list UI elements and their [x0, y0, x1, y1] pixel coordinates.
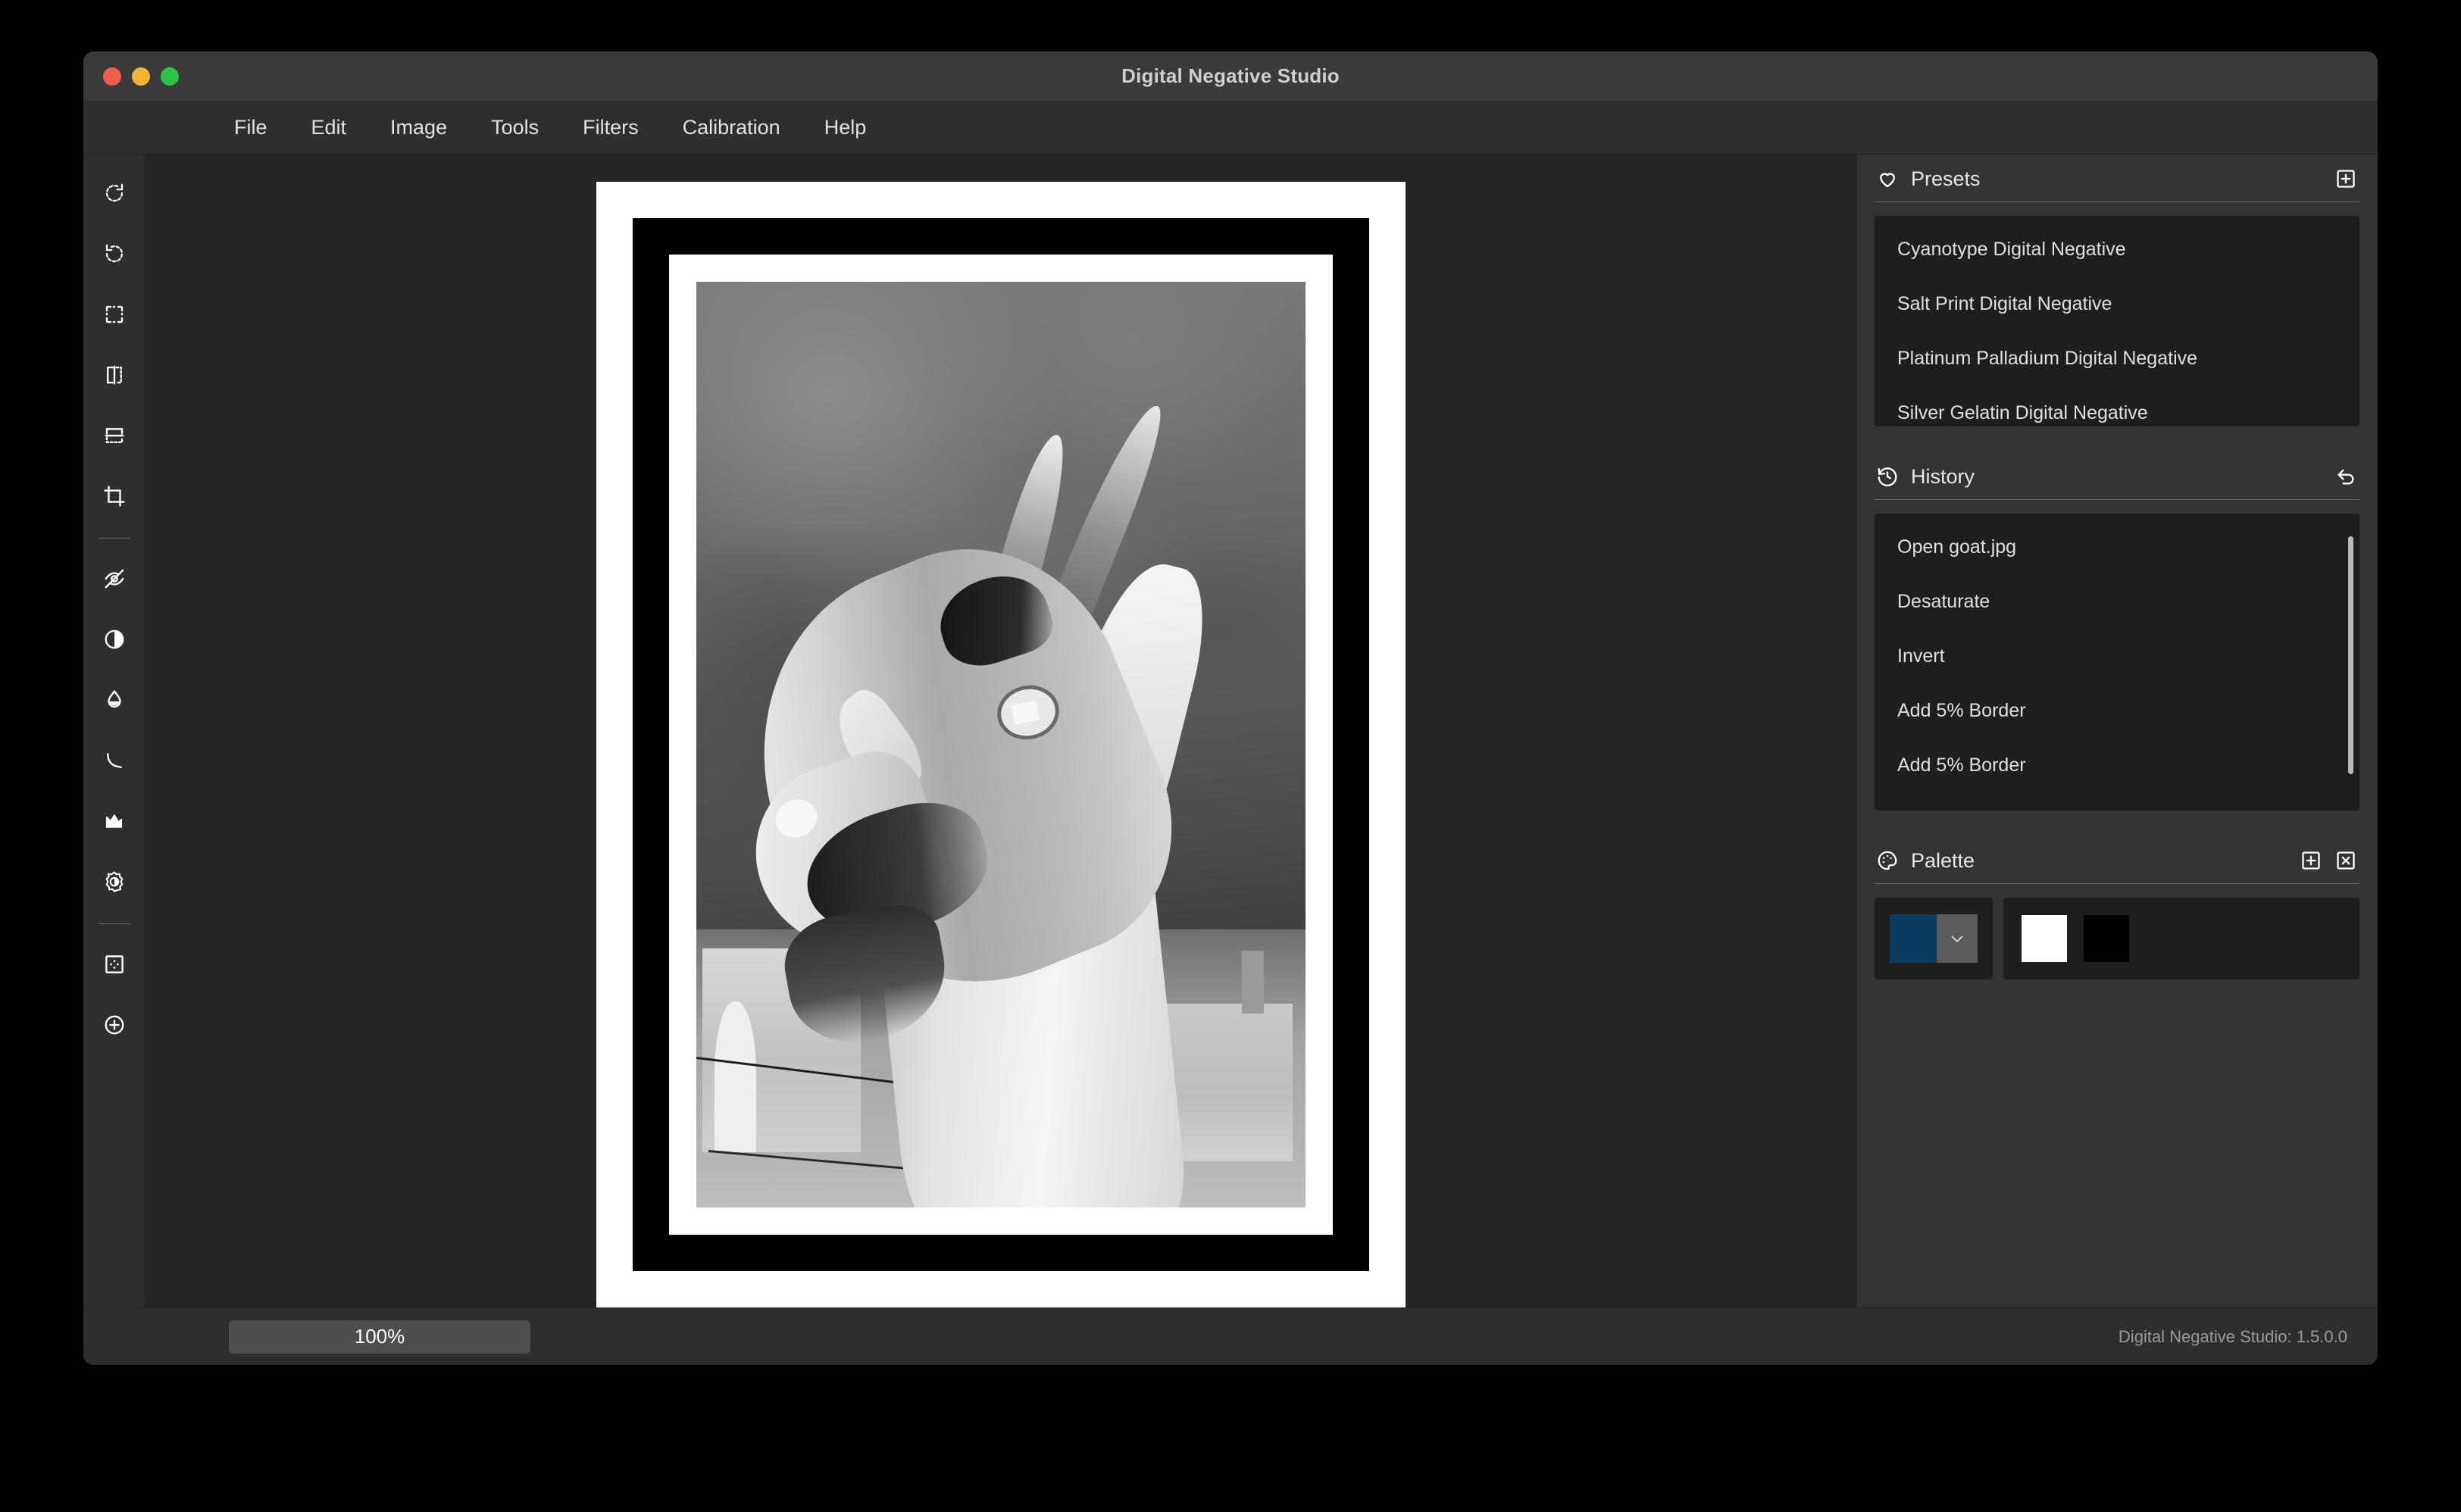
remove-color-button[interactable] [2334, 848, 2358, 873]
brightness-icon[interactable] [92, 860, 136, 904]
curves-icon[interactable] [92, 739, 136, 783]
palette-body [1875, 898, 2359, 979]
history-item-invert[interactable]: Invert [1875, 629, 2359, 683]
color-swatch-white[interactable] [2022, 915, 2067, 962]
history-item-border-3[interactable]: Add 5% Border [1875, 792, 2359, 811]
border-layer-black [633, 218, 1369, 1271]
invert-icon[interactable] [92, 617, 136, 661]
application-window: Digital Negative Studio File Edit Image … [83, 52, 2378, 1365]
desaturate-icon[interactable] [92, 557, 136, 601]
toolbar-divider-1 [99, 538, 130, 539]
toolbar-divider-2 [99, 923, 130, 924]
preset-label: Platinum Palladium Digital Negative [1897, 348, 2197, 370]
history-list[interactable]: Open goat.jpg Desaturate Invert Add 5% B… [1875, 514, 2359, 811]
levels-icon[interactable] [92, 799, 136, 843]
preset-item-cyanotype[interactable]: Cyanotype Digital Negative [1875, 222, 2359, 276]
flip-vertical-icon[interactable] [92, 414, 136, 458]
preset-item-platinum-palladium[interactable]: Platinum Palladium Digital Negative [1875, 331, 2359, 386]
rotate-clockwise-icon[interactable] [92, 171, 136, 215]
history-panel-title: History [1911, 465, 2323, 489]
preset-label: Cyanotype Digital Negative [1897, 239, 2126, 261]
menu-tools[interactable]: Tools [473, 110, 557, 145]
menu-calibration[interactable]: Calibration [665, 110, 799, 145]
version-label: Digital Negative Studio: 1.5.0.0 [2119, 1327, 2347, 1347]
history-item-desaturate[interactable]: Desaturate [1875, 574, 2359, 629]
palette-panel-header: Palette [1856, 836, 2378, 883]
palette-panel-title: Palette [1911, 849, 2288, 873]
history-label: Add 5% Border [1897, 700, 2026, 722]
heart-icon [1876, 167, 1899, 190]
history-panel-header: History [1856, 452, 2378, 499]
history-item-border-2[interactable]: Add 5% Border [1875, 738, 2359, 792]
history-scrollbar[interactable] [2348, 536, 2353, 774]
history-label: Invert [1897, 645, 1945, 667]
history-divider [1875, 499, 2359, 500]
window-title: Digital Negative Studio [83, 64, 2378, 88]
border-layer-inner-white [669, 255, 1333, 1235]
history-label: Open goat.jpg [1897, 536, 2016, 558]
presets-divider [1875, 201, 2359, 202]
undo-button[interactable] [2334, 464, 2358, 489]
menu-help[interactable]: Help [806, 110, 885, 145]
menu-bar: File Edit Image Tools Filters Calibratio… [83, 102, 2378, 155]
crop-icon[interactable] [92, 474, 136, 518]
right-panel: Presets Cyanotype Digital Negative Sal [1856, 155, 2378, 1307]
title-bar: Digital Negative Studio [83, 52, 2378, 102]
menu-edit[interactable]: Edit [293, 110, 365, 145]
color-swatch-list [2003, 898, 2359, 979]
current-color-swatch[interactable] [1890, 914, 1937, 963]
chevron-down-icon[interactable] [1937, 914, 1978, 963]
image-canvas[interactable] [145, 155, 1856, 1307]
add-preset-button[interactable] [2334, 167, 2358, 191]
zoom-level-field[interactable]: 100% [229, 1320, 530, 1354]
current-color-picker[interactable] [1890, 914, 1978, 963]
current-color-container [1875, 898, 1993, 979]
status-bar: 100% Digital Negative Studio: 1.5.0.0 [83, 1307, 2378, 1365]
preset-item-silver-gelatin[interactable]: Silver Gelatin Digital Negative [1875, 386, 2359, 426]
flip-horizontal-icon[interactable] [92, 353, 136, 397]
rotate-counterclockwise-icon[interactable] [92, 232, 136, 276]
history-label: Add 5% Border [1897, 809, 2026, 811]
history-label: Desaturate [1897, 591, 1990, 613]
workspace: Presets Cyanotype Digital Negative Sal [83, 155, 2378, 1307]
history-item-open[interactable]: Open goat.jpg [1875, 520, 2359, 574]
menu-image[interactable]: Image [372, 110, 465, 145]
history-item-border-1[interactable]: Add 5% Border [1875, 683, 2359, 738]
color-swatch-black[interactable] [2084, 915, 2129, 962]
presets-panel-title: Presets [1911, 167, 2323, 191]
saturation-icon[interactable] [92, 678, 136, 722]
add-circle-icon[interactable] [92, 1003, 136, 1047]
palette-divider [1875, 883, 2359, 884]
border-icon[interactable] [92, 942, 136, 986]
preset-label: Silver Gelatin Digital Negative [1897, 402, 2148, 424]
preset-label: Salt Print Digital Negative [1897, 293, 2112, 315]
presets-panel-header: Presets [1856, 155, 2378, 201]
menu-file[interactable]: File [216, 110, 286, 145]
desktop-background: Digital Negative Studio File Edit Image … [0, 0, 2461, 1512]
tool-sidebar [83, 155, 145, 1307]
history-label: Add 5% Border [1897, 754, 2026, 776]
preset-item-salt-print[interactable]: Salt Print Digital Negative [1875, 276, 2359, 331]
add-color-button[interactable] [2299, 848, 2323, 873]
history-clock-icon [1876, 465, 1899, 488]
border-layer-outer-white [596, 182, 1406, 1307]
select-region-icon[interactable] [92, 292, 136, 336]
menu-filters[interactable]: Filters [564, 110, 657, 145]
goat-photo [696, 282, 1306, 1207]
palette-icon [1876, 849, 1899, 872]
presets-list[interactable]: Cyanotype Digital Negative Salt Print Di… [1875, 216, 2359, 426]
